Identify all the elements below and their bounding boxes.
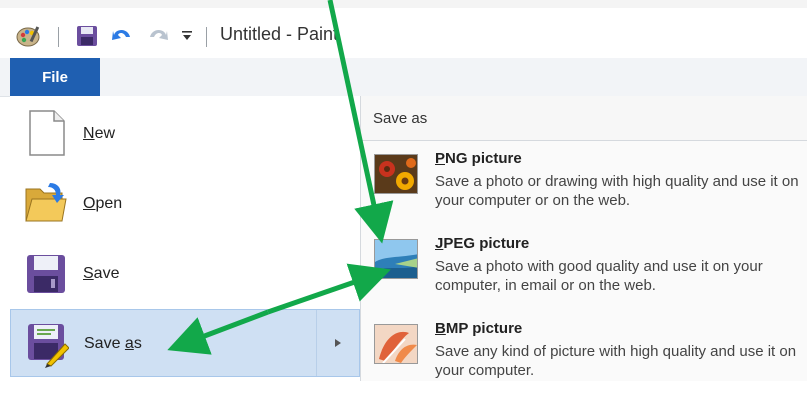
submenu-header: Save as (361, 96, 807, 141)
option-description: Save a photo with good quality and use i… (435, 258, 763, 294)
toolbar-separator (58, 27, 59, 47)
menu-item-label: New (83, 125, 116, 142)
save-icon (27, 255, 65, 293)
toolbar-separator (206, 27, 207, 47)
submenu-header-label: Save as (373, 110, 428, 127)
file-tab[interactable]: File (10, 58, 100, 96)
undo-icon (112, 29, 130, 40)
quick-save-button[interactable] (76, 22, 98, 50)
chevron-down-icon (182, 31, 192, 40)
title-bar-top-strip (0, 0, 807, 8)
undo-button[interactable] (110, 22, 134, 50)
save-as-jpeg-option[interactable]: JPEG picture Save a photo with good qual… (361, 231, 807, 315)
paint-app-icon[interactable] (16, 22, 42, 50)
new-document-icon (29, 110, 65, 156)
window-title: Untitled - Paint (220, 24, 339, 44)
save-as-png-option[interactable]: PNG picture Save a photo or drawing with… (361, 146, 807, 230)
file-menu: New Open Save Save as (10, 96, 361, 381)
chevron-right-icon (335, 339, 341, 347)
option-title: BMP picture (435, 320, 523, 337)
save-icon (77, 26, 97, 46)
menu-item-save[interactable]: Save (10, 239, 360, 307)
option-title: JPEG picture (435, 235, 530, 252)
open-folder-icon (25, 183, 67, 222)
menu-item-new[interactable]: New (10, 99, 360, 167)
title-bar: Untitled - Paint (0, 0, 807, 58)
redo-icon (150, 29, 168, 40)
redo-button[interactable] (146, 22, 170, 50)
png-picture-icon (374, 154, 418, 194)
jpeg-picture-icon (374, 239, 418, 279)
menu-item-save-as[interactable]: Save as (10, 309, 360, 377)
menu-item-open[interactable]: Open (10, 169, 360, 237)
option-description: Save any kind of picture with high quali… (435, 343, 797, 379)
ribbon-tab-bar: File (0, 58, 807, 97)
option-description: Save a photo or drawing with high qualit… (435, 173, 799, 209)
menu-item-label: Save as (84, 335, 142, 352)
bmp-picture-icon (374, 324, 418, 364)
menu-item-label: Open (83, 195, 123, 212)
option-title: PNG picture (435, 150, 522, 167)
save-as-submenu: Save as PNG picture Save a photo or draw… (361, 96, 807, 381)
save-as-icon (28, 324, 69, 368)
save-as-bmp-option[interactable]: BMP picture Save any kind of picture wit… (361, 316, 807, 400)
customize-toolbar-button[interactable] (180, 22, 194, 50)
submenu-arrow-button[interactable] (316, 310, 359, 376)
menu-item-label: Save (83, 265, 120, 282)
